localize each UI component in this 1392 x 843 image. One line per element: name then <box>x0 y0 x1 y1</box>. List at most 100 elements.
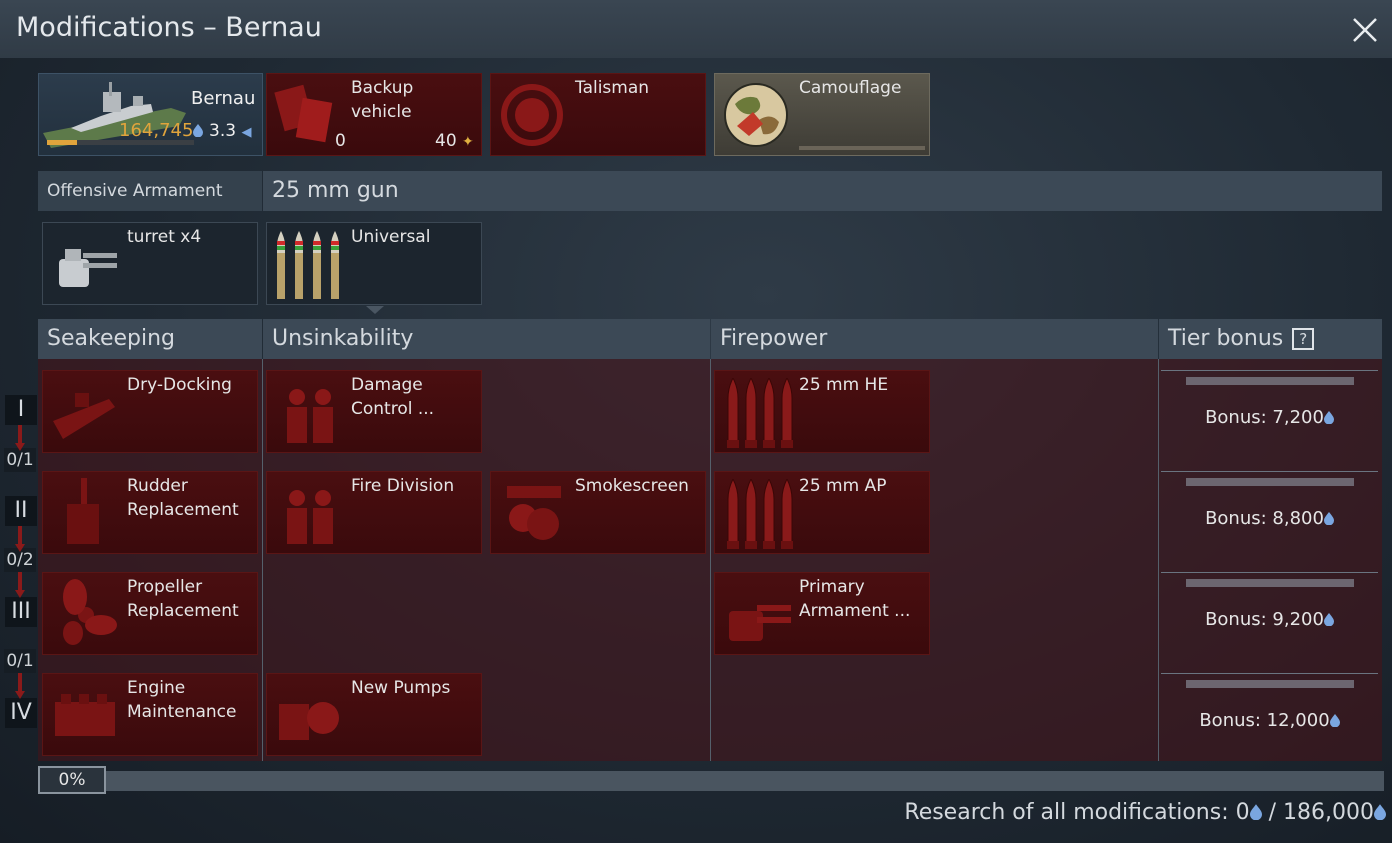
rp-drop-icon <box>1374 804 1386 820</box>
pump-icon <box>279 702 339 740</box>
mod-propeller-label: Propeller Replacement <box>127 575 239 623</box>
tier-arrow <box>15 673 25 699</box>
window-title: Modifications – Bernau <box>16 12 322 43</box>
vehicle-rp-value: 164,745 <box>119 120 194 141</box>
mod-smokescreen-label: Smokescreen <box>575 476 689 496</box>
mod-primary-label-line2: Armament ... <box>799 601 911 621</box>
tier-bonus-text: Bonus: 9,200 <box>1161 609 1378 630</box>
tier-label-3: III <box>5 597 37 627</box>
mod-rudder-label: Rudder Replacement <box>127 474 239 522</box>
weapon-name: 25 mm gun <box>272 178 399 203</box>
tier-bonus-bar <box>1186 680 1354 688</box>
eagle-icon: ✦ <box>462 134 474 150</box>
tier-bonus-text: Bonus: 12,000 <box>1161 710 1378 731</box>
overall-progress-badge: 0% <box>38 766 106 794</box>
backup-vehicle-slot[interactable]: Backup vehicle 0 40 ✦ <box>266 73 482 156</box>
unsinkability-header: Unsinkability <box>263 319 710 359</box>
backup-label-line2: vehicle <box>351 102 412 122</box>
tier-bonus-1: Bonus: 7,200 <box>1161 370 1378 468</box>
mod-propeller-replacement[interactable]: Propeller Replacement <box>42 572 258 655</box>
mod-damage-label-line1: Damage <box>351 375 423 395</box>
tier-bonus-title: Tier bonus <box>1168 326 1284 351</box>
weapon-header: 25 mm gun <box>263 171 1382 211</box>
mod-rudder-label-line1: Rudder <box>127 476 188 496</box>
research-total-value: / 186,000 <box>1268 800 1374 825</box>
close-icon[interactable] <box>1349 14 1381 46</box>
dry-dock-icon <box>53 393 115 439</box>
camouflage-icon <box>724 83 788 147</box>
tier-label-4: IV <box>5 698 37 728</box>
talisman-slot[interactable]: Talisman <box>490 73 706 156</box>
tier-bonus-value: Bonus: 7,200 <box>1205 407 1324 428</box>
ammo-icon <box>277 231 339 299</box>
armament-category: Offensive Armament <box>38 171 262 211</box>
rudder-icon <box>67 478 99 544</box>
crew-icon <box>287 389 333 443</box>
camouflage-slot[interactable]: Camouflage <box>714 73 930 156</box>
backup-icon <box>274 84 333 143</box>
mod-propeller-label-line2: Replacement <box>127 601 239 621</box>
rp-drop-icon <box>1324 613 1334 626</box>
mod-rudder-label-line2: Replacement <box>127 500 239 520</box>
mod-new-pumps[interactable]: New Pumps <box>266 673 482 756</box>
divider <box>262 359 263 761</box>
backup-label: Backup vehicle <box>351 76 413 124</box>
help-icon[interactable]: ? <box>1292 328 1315 350</box>
mod-dry-docking[interactable]: Dry-Docking <box>42 370 258 453</box>
mod-25mm-ap-label: 25 mm AP <box>799 476 887 496</box>
backup-price-value: 40 <box>435 131 457 151</box>
research-prefix: Research of all modifications: 0 <box>904 800 1250 825</box>
tier-bonus-value: Bonus: 8,800 <box>1205 508 1324 529</box>
fire-crew-icon <box>287 490 333 544</box>
he-shell-icon <box>727 378 793 448</box>
mod-25mm-ap[interactable]: 25 mm AP <box>714 471 930 554</box>
smoke-icon <box>507 486 561 540</box>
mod-damage-label-line2: Control ... <box>351 399 435 419</box>
tier-bonus-bar <box>1186 579 1354 587</box>
turret-slot[interactable]: turret x4 <box>42 222 258 305</box>
vehicle-research-bar <box>47 140 194 145</box>
vehicle-name: Bernau <box>191 88 256 109</box>
tier-arrow <box>15 572 25 598</box>
backup-label-line1: Backup <box>351 78 414 98</box>
propeller-icon <box>63 579 117 645</box>
overall-progress-track <box>38 771 1384 791</box>
mod-new-pumps-label: New Pumps <box>351 678 451 698</box>
br-arrow-icon: ◀ <box>241 125 252 140</box>
help-glyph: ? <box>1299 330 1308 348</box>
tier-bonus-3: Bonus: 9,200 <box>1161 572 1378 670</box>
tier-bonus-text: Bonus: 8,800 <box>1161 508 1378 529</box>
tier-bonus-text: Bonus: 7,200 <box>1161 407 1378 428</box>
mod-propeller-label-line1: Propeller <box>127 577 203 597</box>
rp-drop-icon <box>193 124 203 137</box>
backup-count: 0 <box>335 131 346 151</box>
tier-label-1: I <box>5 395 37 425</box>
mod-fire-division[interactable]: Fire Division <box>266 471 482 554</box>
vehicle-card[interactable]: Bernau 164,745 3.3 ◀ <box>38 73 263 156</box>
mod-primary-label-line1: Primary <box>799 577 865 597</box>
mod-smokescreen[interactable]: Smokescreen <box>490 471 706 554</box>
mod-25mm-he-label: 25 mm HE <box>799 375 889 395</box>
mod-rudder-replacement[interactable]: Rudder Replacement <box>42 471 258 554</box>
mod-damage-control[interactable]: Damage Control ... <box>266 370 482 453</box>
tier-bonus-4: Bonus: 12,000 <box>1161 673 1378 771</box>
rp-drop-icon <box>1330 714 1340 727</box>
tier-arrow <box>15 425 25 451</box>
tier-arrow <box>15 526 25 552</box>
mod-engine-maintenance[interactable]: Engine Maintenance <box>42 673 258 756</box>
gun-turret-icon <box>729 605 791 641</box>
mod-dry-docking-label: Dry-Docking <box>127 375 232 395</box>
vehicle-br: 3.3 ◀ <box>209 119 251 145</box>
rp-drop-icon <box>1250 804 1262 820</box>
tier-bonus-value: Bonus: 12,000 <box>1199 710 1330 731</box>
seakeeping-header: Seakeeping <box>38 319 262 359</box>
turret-icon <box>59 249 117 287</box>
ammo-universal-slot[interactable]: Universal <box>266 222 482 305</box>
mod-primary-armament[interactable]: Primary Armament ... <box>714 572 930 655</box>
mod-25mm-he[interactable]: 25 mm HE <box>714 370 930 453</box>
camouflage-progress <box>799 146 925 150</box>
tier-bonus-header: Tier bonus ? <box>1159 319 1382 359</box>
tier-count-3: 0/1 <box>4 649 36 673</box>
mod-damage-control-label: Damage Control ... <box>351 373 434 421</box>
tier-bonus-2: Bonus: 8,800 <box>1161 471 1378 569</box>
